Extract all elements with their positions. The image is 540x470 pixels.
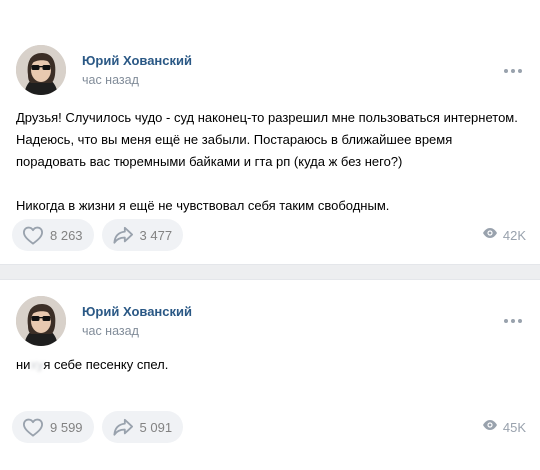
eye-icon [482, 418, 498, 436]
post-text: нихуя себе песенку спел. [16, 354, 524, 376]
more-dots-icon[interactable] [504, 318, 522, 324]
like-button[interactable]: 8 263 [12, 219, 94, 251]
like-count: 8 263 [50, 227, 83, 243]
avatar[interactable] [16, 45, 66, 95]
share-count: 5 091 [139, 419, 173, 435]
share-button[interactable]: 5 091 [101, 411, 184, 443]
eye-icon [482, 226, 498, 244]
post-paragraph: Друзья! Случилось чудо - суд наконец-то … [16, 110, 518, 169]
avatar[interactable] [16, 296, 66, 346]
post-header: Юрий Хованский час назад [16, 45, 192, 95]
author-name[interactable]: Юрий Хованский [82, 304, 192, 320]
post-paragraph: Никогда в жизни я ещё не чувствовал себя… [16, 198, 390, 213]
post-separator [0, 264, 540, 280]
share-count: 3 477 [139, 227, 173, 243]
heart-icon [22, 417, 44, 437]
post-actions: 9 599 5 091 45K [12, 411, 526, 443]
views-counter: 42K [482, 226, 526, 244]
share-button[interactable]: 3 477 [101, 219, 184, 251]
avatar-image [16, 45, 66, 95]
share-arrow-icon [112, 417, 134, 437]
views-count: 45K [502, 419, 526, 435]
like-count: 9 599 [50, 419, 83, 435]
avatar-image [16, 296, 66, 346]
share-arrow-icon [112, 225, 134, 245]
author-name[interactable]: Юрий Хованский [82, 53, 192, 69]
post-meta: Юрий Хованский час назад [82, 304, 192, 339]
post-time[interactable]: час назад [82, 323, 192, 339]
blurred-text: ху [30, 357, 44, 372]
post-2: Юрий Хованский час назад нихуя себе песе… [0, 280, 540, 470]
post-time[interactable]: час назад [82, 72, 192, 88]
views-count: 42K [502, 227, 526, 243]
post-1: Юрий Хованский час назад Друзья! Случило… [0, 0, 540, 264]
text-start: ни [16, 357, 31, 372]
post-paragraph: нихуя себе песенку спел. [16, 354, 524, 376]
post-meta: Юрий Хованский час назад [82, 53, 192, 88]
post-header: Юрий Хованский час назад [16, 296, 192, 346]
text-end: я себе песенку спел. [43, 357, 169, 372]
more-dots-icon[interactable] [504, 68, 522, 74]
like-button[interactable]: 9 599 [12, 411, 94, 443]
heart-icon [22, 225, 44, 245]
post-actions: 8 263 3 477 42K [12, 219, 526, 251]
views-counter: 45K [482, 418, 526, 436]
post-text: Друзья! Случилось чудо - суд наконец-то … [16, 107, 524, 217]
